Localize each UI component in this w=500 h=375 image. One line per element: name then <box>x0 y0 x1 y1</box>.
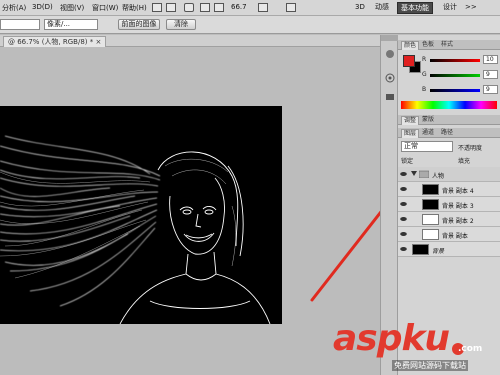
arrow-annotation <box>310 210 380 302</box>
foreground-color-swatch[interactable] <box>403 55 415 67</box>
workspace-3d[interactable]: 3D <box>352 2 368 14</box>
style-input[interactable] <box>0 19 40 30</box>
watermark-suffix: .com <box>458 344 483 354</box>
zoom-level[interactable]: 66.7 <box>231 3 247 11</box>
workspace-more[interactable]: >> <box>462 2 480 14</box>
layers-panel-tabs: 图层 通道 路径 <box>398 128 500 138</box>
menu-view[interactable]: 视图(V) <box>60 3 84 13</box>
workspace-essentials[interactable]: 基本功能 <box>397 2 433 14</box>
folder-icon <box>419 170 429 178</box>
watermark-tagline: 免费网站源码下载站 <box>392 360 468 371</box>
menu-help[interactable]: 帮助(H) <box>122 3 147 13</box>
resolution-unit-select[interactable]: 像素/... <box>44 19 98 30</box>
tab-swatches[interactable]: 色板 <box>420 41 436 50</box>
r-slider[interactable] <box>430 59 480 62</box>
camera-icon[interactable] <box>385 91 395 101</box>
g-slider[interactable] <box>430 74 480 77</box>
3d-rotate-icon[interactable] <box>385 73 395 83</box>
layer-group-row[interactable]: 人物 <box>398 167 500 182</box>
tab-styles[interactable]: 样式 <box>439 41 455 50</box>
color-spectrum-ramp[interactable] <box>401 101 497 109</box>
expand-triangle-icon[interactable] <box>411 171 417 177</box>
layer-thumbnail <box>412 244 429 255</box>
layer-name: 背景 副本 <box>442 233 468 240</box>
workspace-design[interactable]: 设计 <box>440 2 460 14</box>
hand-tool-icon[interactable] <box>200 3 210 12</box>
layer-name: 背景 副本 4 <box>442 188 474 195</box>
canvas-area[interactable] <box>0 48 380 375</box>
zoom-tool-icon[interactable] <box>214 3 224 12</box>
visibility-eye-icon[interactable] <box>400 216 407 222</box>
arrow-shaft <box>310 210 380 302</box>
layer-name: 背景 <box>432 248 445 255</box>
layer-thumbnail <box>422 229 439 240</box>
b-value-field[interactable]: 9 <box>483 85 498 94</box>
layer-row[interactable]: 背景 副本 3 <box>398 197 500 212</box>
grid-view-icon[interactable] <box>184 3 194 12</box>
layer-name: 背景 副本 3 <box>442 203 474 210</box>
workspace-motion[interactable]: 动感 <box>372 2 392 14</box>
lock-label: 锁定 <box>401 158 414 165</box>
mini-bridge-icon[interactable] <box>166 3 176 12</box>
arrange-documents-icon[interactable] <box>258 3 268 12</box>
b-slider[interactable] <box>430 89 480 92</box>
tab-paths[interactable]: 路径 <box>439 129 455 138</box>
document-tab[interactable]: @ 66.7% (人物, RGB/8) * × <box>3 36 107 47</box>
r-value-field[interactable]: 10 <box>483 55 498 64</box>
opacity-label: 不透明度 <box>458 145 483 152</box>
blend-mode-select[interactable]: 正常 <box>401 141 453 152</box>
options-bar: 像素/... 前面的图像 清除 <box>0 16 500 34</box>
dock-header <box>381 35 399 41</box>
b-label: B <box>422 86 427 93</box>
fill-label: 填充 <box>458 158 471 165</box>
layer-thumbnail <box>422 214 439 225</box>
aspku-watermark: aspku <box>333 318 450 359</box>
adjustments-icon[interactable] <box>385 49 395 59</box>
tab-channels[interactable]: 通道 <box>420 129 436 138</box>
menu-window[interactable]: 窗口(W) <box>92 3 118 13</box>
visibility-eye-icon[interactable] <box>400 186 407 192</box>
layer-row[interactable]: 背景 副本 2 <box>398 212 500 227</box>
group-name: 人物 <box>432 173 445 180</box>
visibility-eye-icon[interactable] <box>400 171 407 177</box>
tab-color[interactable]: 颜色 <box>401 41 420 50</box>
adjust-panel-tabs: 调整 蒙版 <box>398 115 500 125</box>
layer-row[interactable]: 背景 副本 4 <box>398 182 500 197</box>
tab-adjustments[interactable]: 调整 <box>401 116 420 125</box>
layer-row[interactable]: 背景 副本 <box>398 227 500 242</box>
g-value-field[interactable]: 9 <box>483 70 498 79</box>
layer-thumbnail <box>422 184 439 195</box>
menu-3d[interactable]: 3D(D) <box>32 3 53 11</box>
clear-button[interactable]: 清除 <box>166 19 196 30</box>
visibility-eye-icon[interactable] <box>400 201 407 207</box>
front-image-button[interactable]: 前面的图像 <box>118 19 160 30</box>
visibility-eye-icon[interactable] <box>400 231 407 237</box>
layer-name: 背景 副本 2 <box>442 218 474 225</box>
color-panel-tabs: 颜色 色板 样式 <box>398 40 500 50</box>
bridge-icon[interactable] <box>152 3 162 12</box>
layer-row[interactable]: 背景 <box>398 242 500 257</box>
tab-layers[interactable]: 图层 <box>401 129 420 138</box>
visibility-eye-icon[interactable] <box>400 246 407 252</box>
r-label: R <box>422 56 427 63</box>
screen-mode-icon[interactable] <box>286 3 296 12</box>
g-label: G <box>422 71 427 78</box>
layer-thumbnail <box>422 199 439 210</box>
menu-bar: 分析(A) 3D(D) 视图(V) 窗口(W) 帮助(H) 66.7 3D 动感… <box>0 0 500 16</box>
menu-analysis[interactable]: 分析(A) <box>2 3 26 13</box>
tab-masks[interactable]: 蒙版 <box>420 116 436 125</box>
document-tab-bar: @ 66.7% (人物, RGB/8) * × <box>0 35 380 47</box>
